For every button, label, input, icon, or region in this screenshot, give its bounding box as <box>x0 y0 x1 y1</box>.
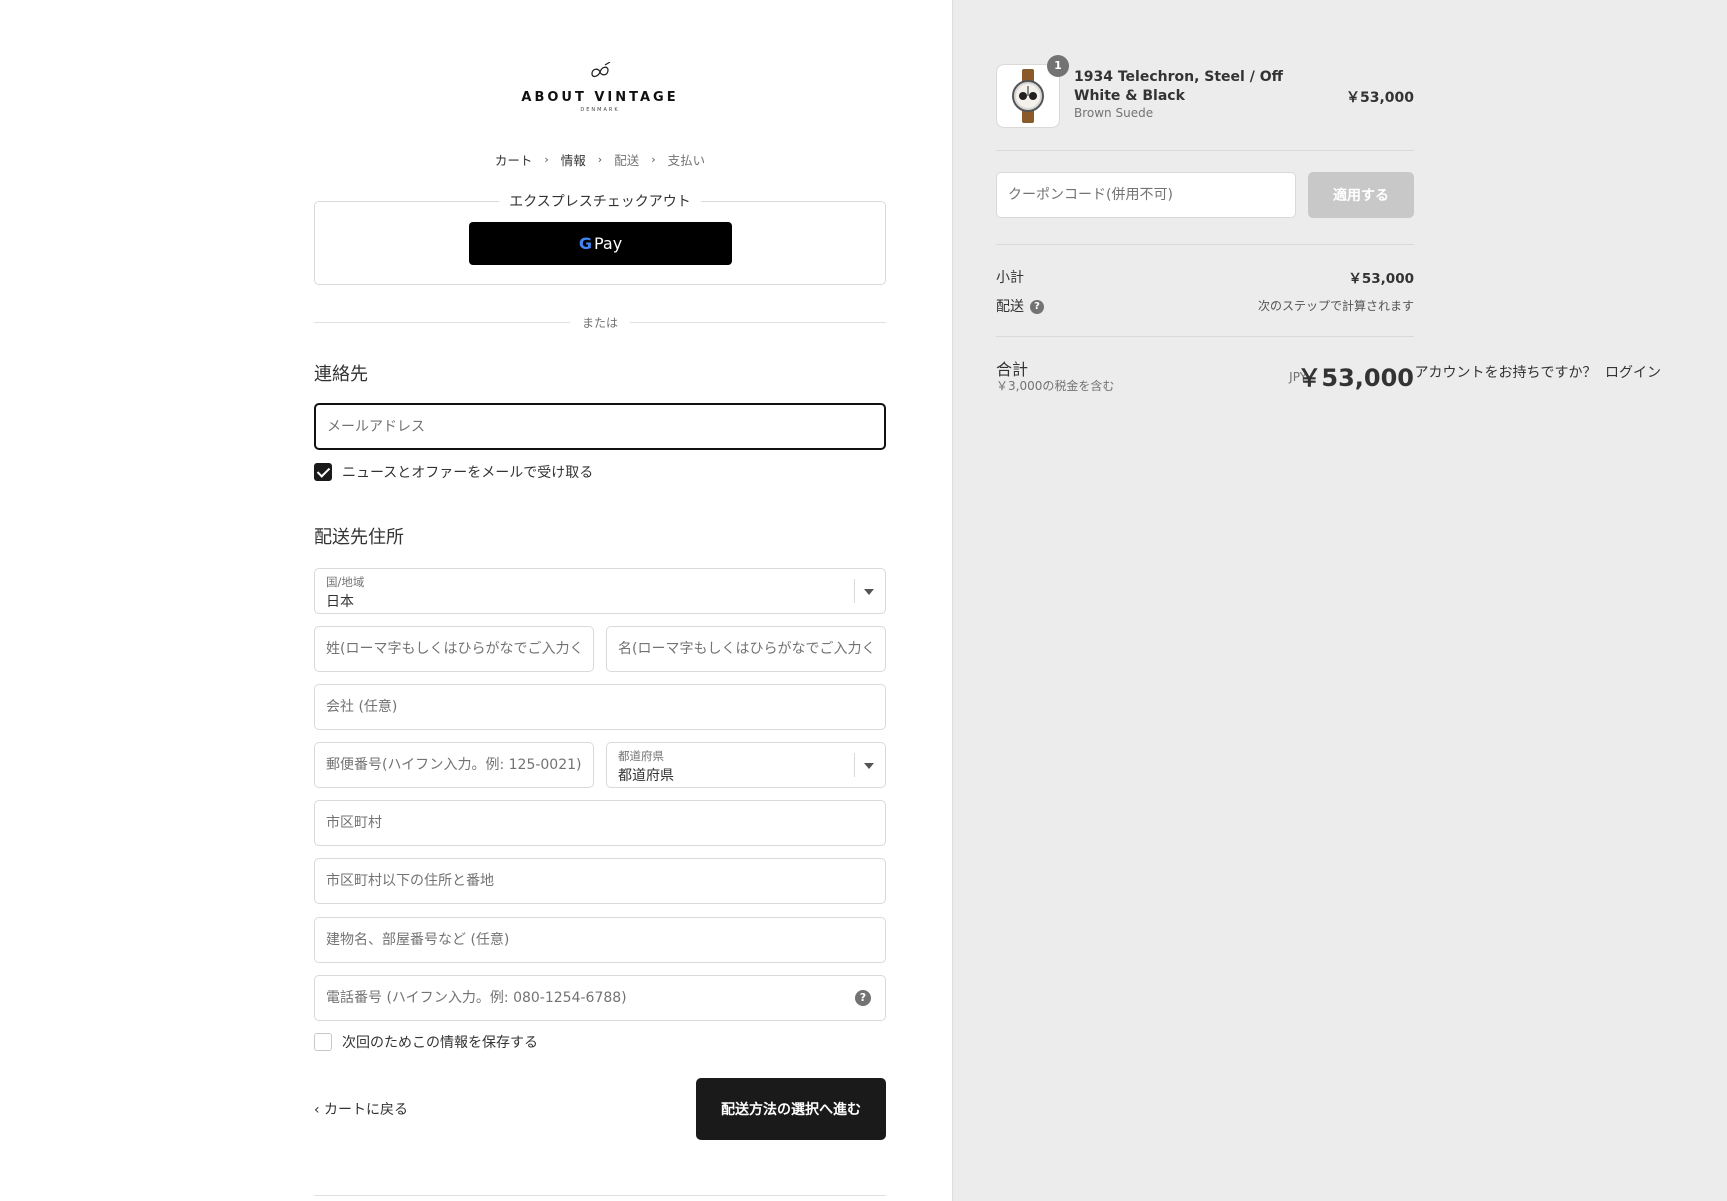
company-input[interactable] <box>315 685 885 729</box>
first-name-input[interactable] <box>607 627 885 671</box>
country-label: 国/地域 <box>326 575 365 589</box>
apply-coupon-button[interactable]: 適用する <box>1308 172 1414 218</box>
first-name-field[interactable] <box>606 626 886 672</box>
email-input[interactable] <box>316 405 884 448</box>
coupon-input[interactable] <box>997 173 1295 217</box>
prefecture-value: 都道府県 <box>618 768 674 784</box>
city-field[interactable] <box>314 800 886 846</box>
breadcrumb-payment: 支払い <box>667 153 706 168</box>
subtotal-value: ￥53,000 <box>1348 271 1414 287</box>
express-checkout: エクスプレスチェックアウト G Pay <box>314 191 886 285</box>
brand-name: ABOUT VINTAGE <box>521 90 679 105</box>
watch-icon <box>1012 69 1044 123</box>
tax-note: ￥3,000の税金を含む <box>996 379 1115 393</box>
shipping-value: 次のステップで計算されます <box>1257 299 1414 313</box>
save-info-label: 次回のためこの情報を保存する <box>342 1035 538 1051</box>
save-info-checkbox[interactable] <box>314 1033 332 1051</box>
prefecture-select[interactable]: 都道府県 都道府県 <box>606 742 886 788</box>
select-divider <box>854 753 855 777</box>
or-divider: または <box>314 314 886 331</box>
back-to-cart-link[interactable]: ‹ カートに戻る <box>314 1099 408 1119</box>
last-name-input[interactable] <box>315 627 593 671</box>
postal-code-input[interactable] <box>315 743 593 787</box>
newsletter-checkbox[interactable] <box>314 463 332 481</box>
save-info-row[interactable]: 次回のためこの情報を保存する <box>314 1032 538 1052</box>
company-field[interactable] <box>314 684 886 730</box>
help-icon[interactable]: ? <box>855 990 871 1006</box>
shipping-label: 配送 <box>996 299 1024 315</box>
select-divider <box>854 579 855 603</box>
summary-divider <box>996 336 1414 337</box>
chevron-down-icon <box>864 763 874 769</box>
last-name-field[interactable] <box>314 626 594 672</box>
building-field[interactable] <box>314 917 886 963</box>
phone-field[interactable]: ? <box>314 975 886 1021</box>
shipping-label-row: 配送? <box>996 296 1044 316</box>
express-checkout-title: エクスプレスチェックアウト <box>499 191 701 211</box>
total-value: ￥53,000 <box>1297 364 1414 392</box>
help-icon[interactable]: ? <box>1030 300 1044 314</box>
building-input[interactable] <box>315 918 885 962</box>
breadcrumb-shipping: 配送 <box>614 153 640 168</box>
login-link[interactable]: ログイン <box>1605 365 1661 381</box>
google-pay-button[interactable]: G Pay <box>469 222 732 265</box>
infinity-logo-icon <box>591 62 611 78</box>
country-select[interactable]: 国/地域 日本 <box>314 568 886 614</box>
country-value: 日本 <box>326 594 354 610</box>
product-name: 1934 Telechron, Steel / Off White & Blac… <box>1074 69 1283 104</box>
address-input[interactable] <box>315 859 885 903</box>
quantity-badge: 1 <box>1047 55 1069 77</box>
or-text: または <box>569 314 631 331</box>
breadcrumb-information: 情報 <box>560 153 586 168</box>
google-g-icon: G <box>578 234 592 253</box>
google-pay-label: Pay <box>593 234 623 253</box>
subtotal-label: 小計 <box>996 270 1024 286</box>
phone-input[interactable] <box>315 976 885 1020</box>
brand-sub: DENMARK <box>580 107 620 113</box>
summary-divider <box>996 150 1414 151</box>
chevron-down-icon <box>864 589 874 595</box>
contact-title: 連絡先 <box>314 364 368 385</box>
breadcrumb: カート › 情報 › 配送 › 支払い <box>314 150 886 169</box>
account-prompt: アカウントをお持ちですか？ <box>1414 365 1597 381</box>
newsletter-row[interactable]: ニュースとオファーをメールで受け取る <box>314 462 593 482</box>
newsletter-label: ニュースとオファーをメールで受け取る <box>342 465 594 481</box>
product-variant: Brown Suede <box>1074 106 1154 120</box>
postal-code-field[interactable] <box>314 742 594 788</box>
city-input[interactable] <box>315 801 885 845</box>
login-prompt: アカウントをお持ちですか？ ログイン <box>1415 362 1661 382</box>
prefecture-label: 都道府県 <box>618 749 664 763</box>
chevron-right-icon: › <box>597 153 603 166</box>
breadcrumb-cart[interactable]: カート <box>495 150 533 169</box>
chevron-right-icon: › <box>544 153 549 166</box>
summary-divider <box>996 244 1414 245</box>
continue-to-shipping-button[interactable]: 配送方法の選択へ進む <box>696 1078 886 1140</box>
brand-logo[interactable]: ABOUT VINTAGE DENMARK <box>314 62 886 113</box>
coupon-field[interactable] <box>996 172 1296 218</box>
product-price: ￥53,000 <box>1345 90 1414 106</box>
chevron-right-icon: › <box>651 153 656 166</box>
shipping-address-title: 配送先住所 <box>314 527 404 548</box>
footer-divider <box>314 1195 886 1196</box>
address-field[interactable] <box>314 858 886 904</box>
email-field[interactable] <box>314 403 886 450</box>
